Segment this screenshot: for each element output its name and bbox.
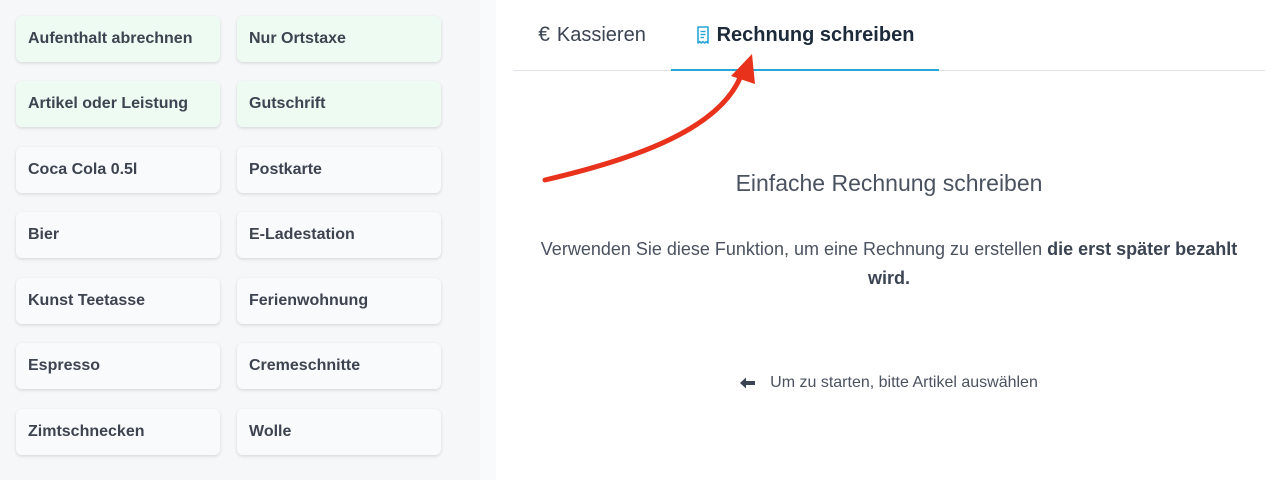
item-wolle[interactable]: Wolle xyxy=(237,409,441,455)
item-ferienwohnung[interactable]: Ferienwohnung xyxy=(237,278,441,324)
description: Verwenden Sie diese Funktion, um eine Re… xyxy=(540,235,1238,293)
item-cremeschnitte[interactable]: Cremeschnitte xyxy=(237,343,441,389)
item-e-ladestation[interactable]: E-Ladestation xyxy=(237,212,441,258)
panel-divider xyxy=(480,0,496,480)
main-title: Einfache Rechnung schreiben xyxy=(735,170,1043,196)
tab-bar: € Kassieren Rechnung schreiben xyxy=(513,0,1265,71)
tab-label: Kassieren xyxy=(556,23,646,46)
tab-rechnung-schreiben[interactable]: Rechnung schreiben xyxy=(671,0,939,71)
arrow-left-icon xyxy=(740,377,756,389)
item-aufenthalt-abrechnen[interactable]: Aufenthalt abrechnen xyxy=(16,16,220,62)
item-panel: Aufenthalt abrechnen Nur Ortstaxe Artike… xyxy=(0,0,480,480)
description-text: Verwenden Sie diese Funktion, um eine Re… xyxy=(540,239,1043,259)
item-nur-ortstaxe[interactable]: Nur Ortstaxe xyxy=(237,16,441,62)
item-label: Ferienwohnung xyxy=(249,292,369,309)
item-label: Coca Cola 0.5l xyxy=(28,161,138,178)
item-label: Kunst Teetasse xyxy=(28,292,146,309)
item-espresso[interactable]: Espresso xyxy=(16,343,220,389)
item-label: Gutschrift xyxy=(249,95,326,112)
item-postkarte[interactable]: Postkarte xyxy=(237,147,441,193)
item-artikel-oder-leistung[interactable]: Artikel oder Leistung xyxy=(16,81,220,127)
item-label: Zimtschnecken xyxy=(28,423,145,440)
item-label: Espresso xyxy=(28,357,101,374)
item-coca-cola[interactable]: Coca Cola 0.5l xyxy=(16,147,220,193)
tab-label: Rechnung schreiben xyxy=(716,23,915,46)
item-label: Cremeschnitte xyxy=(249,357,361,374)
item-label: Aufenthalt abrechnen xyxy=(28,30,193,47)
euro-icon: € xyxy=(538,23,550,46)
item-label: Postkarte xyxy=(249,161,322,178)
receipt-icon xyxy=(696,26,710,44)
item-bier[interactable]: Bier xyxy=(16,212,220,258)
item-label: Nur Ortstaxe xyxy=(249,30,346,47)
hint-text: Um zu starten, bitte Artikel auswählen xyxy=(770,374,1038,391)
item-label: E-Ladestation xyxy=(249,226,355,243)
item-label: Artikel oder Leistung xyxy=(28,95,189,112)
item-label: Wolle xyxy=(249,423,292,440)
start-hint: Um zu starten, bitte Artikel auswählen xyxy=(513,374,1265,392)
item-kunst-teetasse[interactable]: Kunst Teetasse xyxy=(16,278,220,324)
item-label: Bier xyxy=(28,226,60,243)
item-zimtschnecken[interactable]: Zimtschnecken xyxy=(16,409,220,455)
tab-kassieren[interactable]: € Kassieren xyxy=(513,0,671,70)
item-gutschrift[interactable]: Gutschrift xyxy=(237,81,441,127)
